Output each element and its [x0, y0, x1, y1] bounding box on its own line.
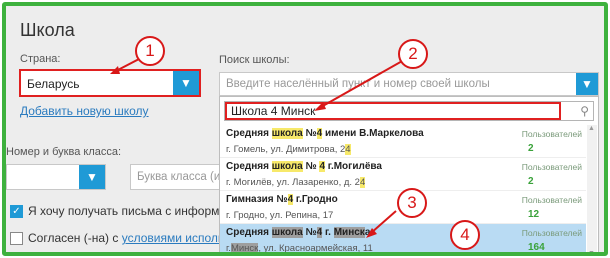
arrow-2 — [320, 59, 405, 108]
callout-2: 2 — [398, 39, 428, 69]
arrowhead-2 — [314, 102, 326, 111]
screenshot-frame: Школа Страна: Беларусь ▼ Добавить новую … — [2, 2, 608, 256]
arrowhead-1 — [110, 66, 120, 74]
annotation-arrows — [110, 57, 405, 238]
callout-3: 3 — [397, 188, 427, 218]
arrow-3 — [370, 210, 397, 234]
school-form: Школа Страна: Беларусь ▼ Добавить новую … — [6, 6, 604, 252]
callout-4: 4 — [450, 220, 480, 250]
callout-1: 1 — [135, 36, 165, 66]
